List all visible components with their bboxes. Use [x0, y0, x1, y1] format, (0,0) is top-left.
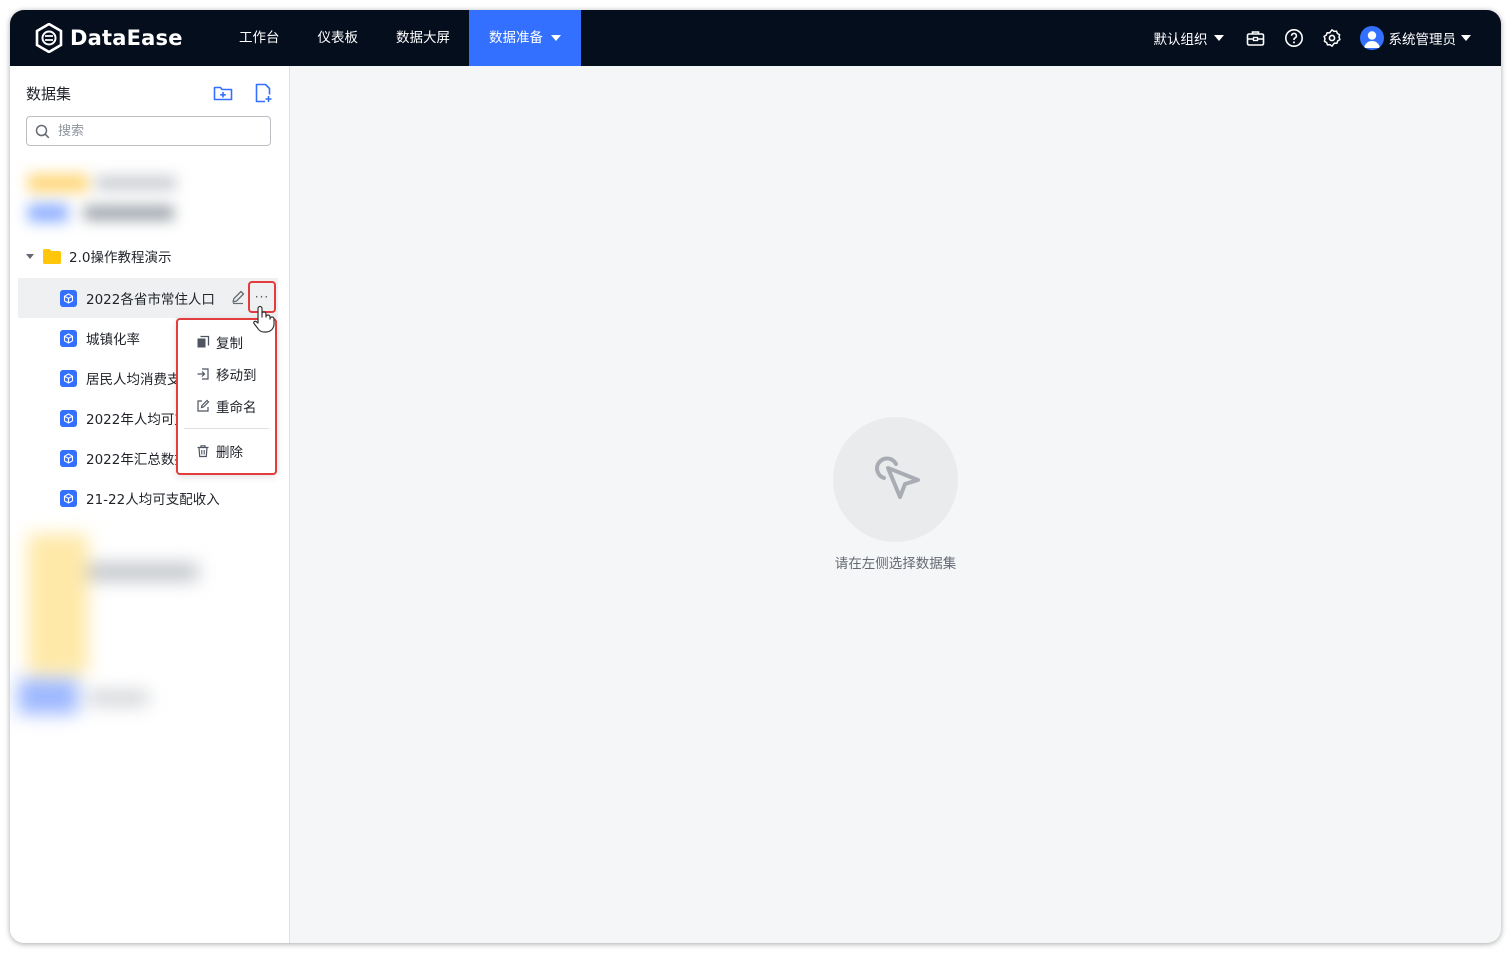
dataset-cube-icon: [60, 289, 77, 307]
nav-dashboard[interactable]: 仪表板: [299, 10, 378, 66]
more-horizontal-icon: ···: [254, 290, 270, 304]
menu-item-rename[interactable]: 重命名: [196, 396, 257, 416]
nav-dashboard-label: 仪表板: [317, 30, 359, 46]
sidebar-title: 数据集: [26, 85, 72, 103]
avatar: [1359, 26, 1384, 50]
menu-item-label: 复制: [216, 336, 243, 352]
dataease-logo-icon: [35, 23, 63, 53]
rename-icon: [197, 399, 210, 412]
new-folder-icon[interactable]: [213, 83, 233, 103]
pointer-hand-icon: [253, 305, 275, 333]
dataset-label: 2022年汇总数据: [86, 452, 188, 468]
edit-icon[interactable]: [230, 289, 246, 305]
header-right: 默认组织 系统管理员: [1154, 10, 1471, 66]
dataset-cube-icon: [60, 369, 77, 387]
empty-state-illustration: [833, 417, 958, 542]
menu-item-label: 移动到: [216, 368, 257, 384]
new-dataset-icon[interactable]: [253, 83, 273, 103]
dataset-label: 2022各省市常住人口: [86, 292, 215, 308]
app-name: DataEase: [70, 26, 183, 50]
dataset-sidebar: 数据集 2.0操作教程演: [10, 66, 290, 943]
settings-icon[interactable]: [1322, 28, 1342, 48]
org-selector[interactable]: 默认组织: [1154, 28, 1224, 48]
nav-data-prep-label: 数据准备: [489, 30, 543, 46]
nav-workbench[interactable]: 工作台: [220, 10, 299, 66]
move-icon: [197, 368, 209, 380]
menu-divider: [184, 428, 269, 429]
chevron-down-icon: [1213, 35, 1224, 41]
empty-state-text: 请在左侧选择数据集: [834, 556, 957, 572]
app-window: DataEase 工作台 仪表板 数据大屏 数据准备 默认组织 系统管理员 数据…: [10, 10, 1501, 943]
help-circle-icon[interactable]: [1284, 28, 1304, 48]
dataset-cube-icon: [60, 449, 77, 467]
folder-label: 2.0操作教程演示: [69, 250, 172, 266]
user-menu[interactable]: 系统管理员: [1359, 26, 1471, 50]
menu-item-copy[interactable]: 复制: [196, 332, 243, 352]
folder-icon: [43, 248, 61, 264]
tree-folder[interactable]: 2.0操作教程演示: [26, 246, 171, 266]
top-bar: DataEase 工作台 仪表板 数据大屏 数据准备 默认组织 系统管理员: [10, 10, 1501, 66]
blurred-tree-items: [18, 524, 218, 719]
logo[interactable]: DataEase: [34, 23, 183, 53]
menu-item-label: 重命名: [216, 400, 257, 416]
dataset-cube-icon: [60, 409, 77, 427]
chevron-down-icon: [1461, 35, 1471, 41]
dataset-label: 21-22人均可支配收入: [86, 492, 220, 508]
dataset-cube-icon: [60, 329, 77, 347]
nav-data-screen[interactable]: 数据大屏: [377, 10, 469, 66]
org-label: 默认组织: [1153, 32, 1208, 48]
search-icon: [35, 124, 50, 138]
nav-data-screen-label: 数据大屏: [396, 30, 450, 46]
sidebar-actions: [213, 83, 273, 103]
toolbox-icon[interactable]: [1246, 28, 1266, 48]
copy-icon: [197, 335, 210, 348]
dataset-cube-icon: [60, 489, 77, 507]
main-nav: 工作台 仪表板 数据大屏 数据准备: [220, 10, 581, 66]
delete-icon: [197, 445, 209, 458]
dataset-label: 城镇化率: [86, 332, 140, 348]
menu-item-label: 删除: [216, 445, 243, 461]
blurred-tree-items: [28, 170, 188, 226]
user-name: 系统管理员: [1388, 32, 1457, 48]
nav-workbench-label: 工作台: [239, 30, 280, 46]
context-menu: 复制 移动到 重命名 删除: [176, 318, 277, 475]
chevron-down-icon: [551, 35, 561, 41]
search-input[interactable]: [56, 122, 260, 140]
tree-item-dataset[interactable]: 2022各省市常住人口 ···: [18, 278, 278, 318]
search-box[interactable]: [26, 116, 271, 146]
cursor-pointer-icon: [874, 456, 920, 499]
menu-item-delete[interactable]: 删除: [196, 441, 243, 461]
nav-data-prep[interactable]: 数据准备: [469, 10, 581, 66]
caret-down-icon[interactable]: [26, 253, 34, 259]
tree-item-dataset[interactable]: 21-22人均可支配收入: [18, 478, 278, 518]
menu-item-move[interactable]: 移动到: [196, 364, 257, 384]
